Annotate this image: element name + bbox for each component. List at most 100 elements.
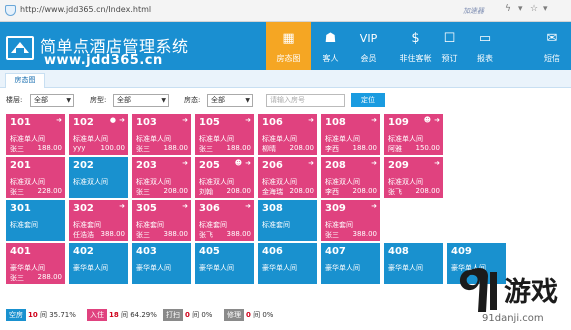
room-number: 405 [199,246,220,257]
arrow-icon: ➜ [245,116,251,124]
room-202[interactable]: 202 标准双人间 [69,157,128,198]
room-price: 388.00 [226,230,252,238]
room-306[interactable]: 306 标准套间 张飞 388.00 ➜ [195,200,254,241]
guest-name: 金海瑞 [262,188,283,196]
room-search-input[interactable]: 请输入房号 [266,94,345,107]
room-102[interactable]: 102 标准单人间 yyy 100.00 ➜ ● [69,114,128,155]
room-price: 208.00 [163,187,189,195]
room-209[interactable]: 209 标准双人间 张飞 208.00 ➜ [384,157,443,198]
status-badge-0[interactable]: 空房 [6,309,26,321]
room-number: 309 [325,203,346,214]
room-type: 豪华单人间 [199,264,234,272]
room-408[interactable]: 408 豪华单人间 [384,243,443,284]
mail-icon: ✉ [546,31,558,46]
status-badge-2[interactable]: 打扫 [163,309,183,321]
room-301[interactable]: 301 标准套间 [6,200,65,241]
roomtype-select[interactable]: 全部 ▼ [113,94,169,107]
status-count-value: 10 [28,311,38,319]
room-206[interactable]: 206 标准双人间 金海瑞 208.00 ➜ [258,157,317,198]
lightning-icon[interactable]: ϟ [505,4,511,14]
room-105[interactable]: 105 标准单人间 张三 188.00 ➜ [195,114,254,155]
room-type: 标准套间 [199,221,227,229]
room-101[interactable]: 101 标准单人间 张三 188.00 ➜ [6,114,65,155]
chevron-down-icon: ▼ [161,97,166,104]
room-407[interactable]: 407 豪华单人间 [321,243,380,284]
room-number: 108 [325,117,346,128]
room-price: 208.00 [289,144,315,152]
status-label: 房态: [184,96,201,104]
room-number: 102 [73,117,94,128]
app-website: www.jdd365.cn [44,53,163,68]
guest-name: 张三 [136,145,150,153]
room-number: 401 [10,246,31,257]
status-badge-1[interactable]: 入住 [87,309,107,321]
room-type: 标准套间 [73,221,101,229]
status-count-2: 0 间 0% [185,309,212,321]
room-406[interactable]: 406 豪华单人间 [258,243,317,284]
nav-mail[interactable]: ✉ 短信 [533,22,571,70]
floor-label: 楼层: [6,96,23,104]
guest-name: 张三 [136,188,150,196]
room-103[interactable]: 103 标准单人间 张三 188.00 ➜ [132,114,191,155]
room-price: 150.00 [415,144,441,152]
room-number: 302 [73,203,94,214]
security-shield-icon [5,5,16,16]
room-208[interactable]: 208 标准双人间 李西 208.00 ➜ [321,157,380,198]
watermark-site: 91danji.com [482,313,544,324]
nav-booking[interactable]: ☐ 预订 [432,22,467,70]
guest-icon: ☗ [324,31,337,46]
tab-room-status[interactable]: 房态图 [5,73,45,88]
room-401[interactable]: 401 豪华单人间 张三 288.00 [6,243,65,284]
room-109[interactable]: 109 标准单人间 阿雅 150.00 ➜ ☻ [384,114,443,155]
room-type: 标准套间 [262,221,290,229]
room-number: 406 [262,246,283,257]
status-badge-3[interactable]: 修理 [224,309,244,321]
room-201[interactable]: 201 标准双人间 张三 228.00 [6,157,65,198]
arrow-icon: ➜ [371,202,377,210]
room-number: 205 [199,160,220,171]
room-type: 标准双人间 [10,178,45,186]
nav-label: 预订 [441,54,458,63]
dropdown-icon[interactable]: ▾ [518,4,523,14]
guest-name: 张三 [10,145,24,153]
nav-grid[interactable]: ▦ 房态图 [266,22,311,70]
nav-guest[interactable]: ☗ 客人 [314,22,347,70]
address-bar[interactable]: http://www.jdd365.cn/Index.html [20,5,151,14]
guest-name: 任浩浩 [73,231,94,239]
room-106[interactable]: 106 标准单人间 柳晴 208.00 ➜ [258,114,317,155]
person-icon: ☻ [423,116,431,124]
locate-button[interactable]: 定位 [351,93,385,107]
room-type: 豪华单人间 [262,264,297,272]
room-number: 305 [136,203,157,214]
room-number: 209 [388,160,409,171]
room-number: 202 [73,160,94,171]
room-205[interactable]: 205 标准双人间 刘翰 208.00 ➜ ☻ [195,157,254,198]
status-select[interactable]: 全部 ▼ [207,94,253,107]
room-403[interactable]: 403 豪华单人间 [132,243,191,284]
room-price: 188.00 [163,144,189,152]
room-203[interactable]: 203 标准双人间 张三 208.00 ➜ [132,157,191,198]
nav-report[interactable]: ▭ 报表 [467,22,503,70]
menu-arrow-icon[interactable]: ▾ [543,4,548,14]
nav-label: 客人 [322,54,339,63]
star-icon[interactable]: ☆ [530,4,538,14]
nav-vip[interactable]: VIP 会员 [347,22,390,70]
guest-name: 刘翰 [199,188,213,196]
room-308[interactable]: 308 标准套间 [258,200,317,241]
accelerator-link[interactable]: 加速器 [463,6,484,16]
roomtype-label: 房型: [90,96,107,104]
room-price: 388.00 [100,230,126,238]
room-302[interactable]: 302 标准套间 任浩浩 388.00 ➜ [69,200,128,241]
room-309[interactable]: 309 标准套间 张三 388.00 ➜ [321,200,380,241]
floor-select[interactable]: 全部 ▼ [30,94,74,107]
room-type: 标准单人间 [10,135,45,143]
person-icon: ☻ [234,159,242,167]
room-305[interactable]: 305 标准套间 张三 388.00 ➜ [132,200,191,241]
status-count-value: 18 [109,311,119,319]
room-402[interactable]: 402 豪华单人间 [69,243,128,284]
room-type: 标准套间 [325,221,353,229]
arrow-icon: ➜ [245,202,251,210]
nav-dollar[interactable]: $ 非住客帐 [399,22,432,70]
room-405[interactable]: 405 豪华单人间 [195,243,254,284]
room-108[interactable]: 108 标准单人间 李西 188.00 ➜ [321,114,380,155]
